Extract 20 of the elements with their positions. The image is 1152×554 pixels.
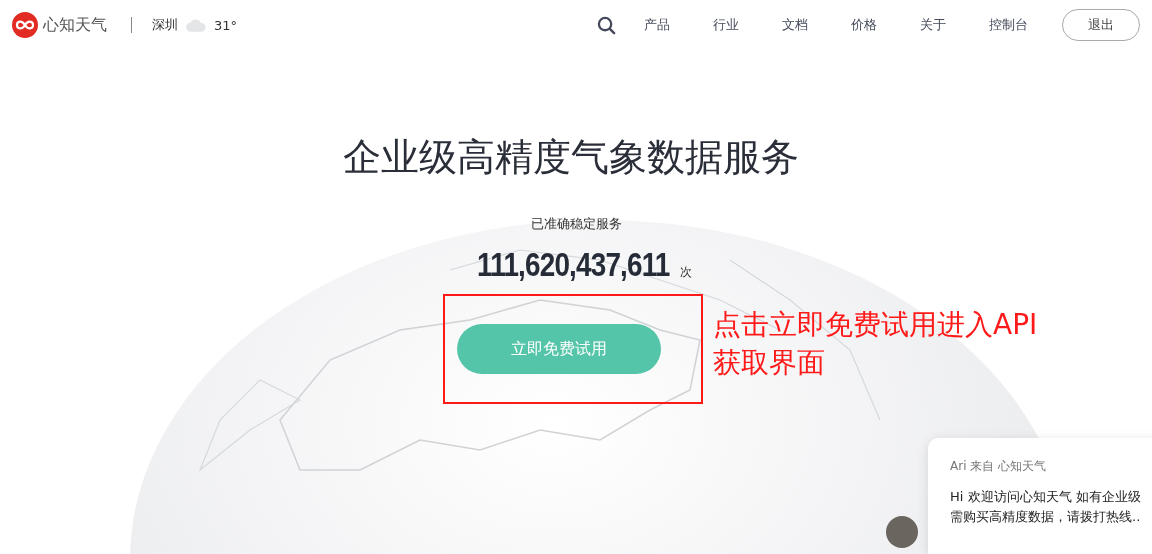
nav-link[interactable]: 文档 (782, 16, 808, 34)
logout-button[interactable]: 退出 (1062, 9, 1140, 41)
nav-link[interactable]: 控制台 (989, 16, 1028, 34)
city-name: 深圳 (152, 16, 178, 34)
hero-title: 企业级高精度气象数据服务 (343, 134, 799, 181)
cloud-icon (186, 18, 206, 32)
search-icon[interactable] (597, 15, 616, 35)
annotation-text: 点击立即免费试用进入API获取界面 (713, 307, 1039, 381)
nav-link[interactable]: 行业 (713, 16, 739, 34)
chat-sender: Ari 来自 心知天气 (950, 458, 1048, 475)
nav-link[interactable]: 产品 (644, 16, 670, 34)
temperature: 31° (214, 17, 238, 33)
hero-subtitle: 已准确稳定服务 (530, 215, 622, 233)
chat-message: Hi 欢迎访问心知天气 如有企业级 需购买高精度数据，请拨打热线.. (950, 488, 1142, 526)
logo-icon[interactable] (12, 12, 38, 38)
nav-link[interactable]: 价格 (851, 16, 877, 34)
count-unit: 次 (680, 264, 693, 281)
service-count: 111,620,437,611 (476, 245, 670, 284)
nav-link[interactable]: 关于 (920, 16, 946, 34)
brand-name: 心知天气 (43, 14, 107, 36)
